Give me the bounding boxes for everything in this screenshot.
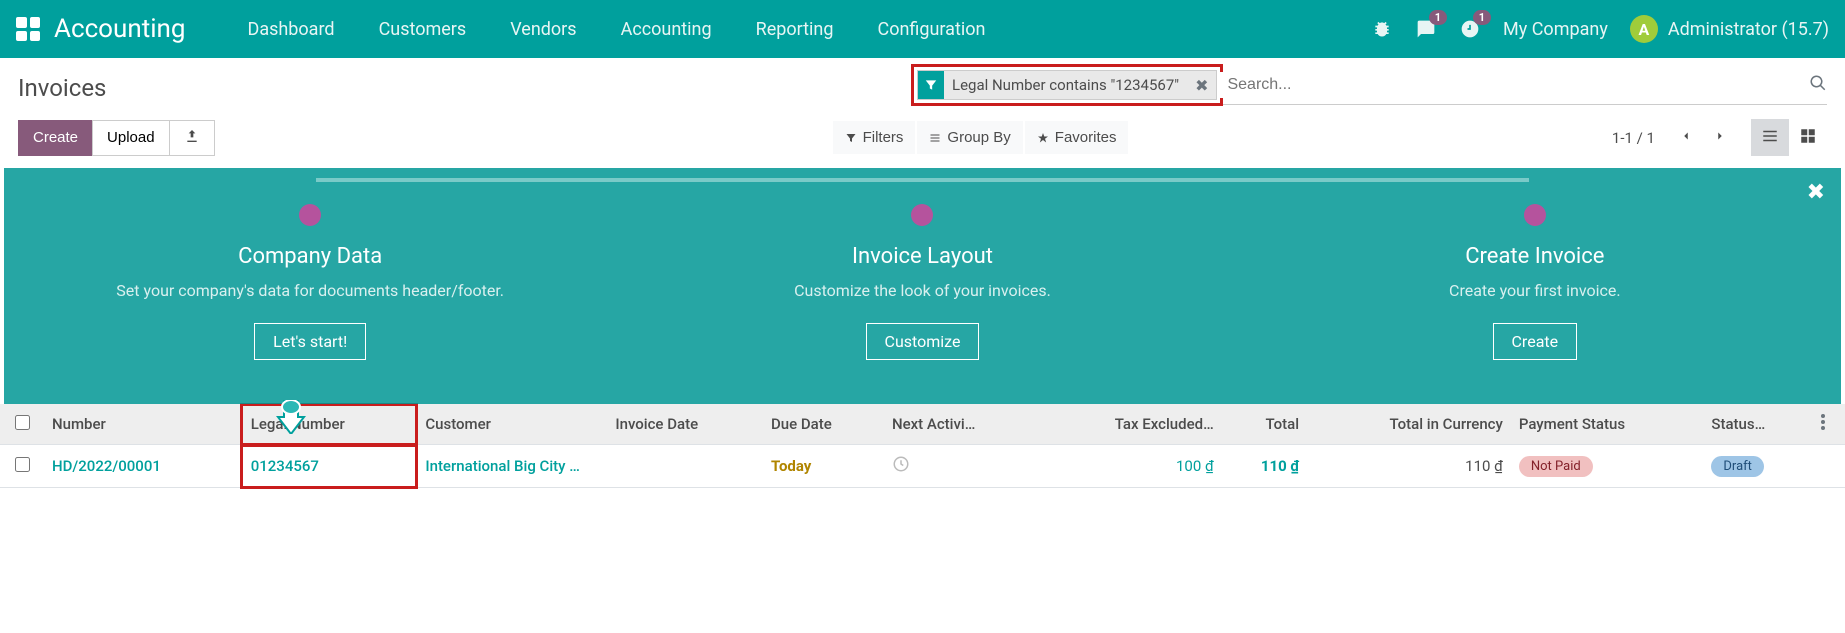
col-customer[interactable]: Customer bbox=[417, 404, 607, 445]
debug-icon[interactable] bbox=[1371, 18, 1393, 40]
col-total-curr[interactable]: Total in Currency bbox=[1307, 404, 1511, 445]
user-label: Administrator (15.7) bbox=[1668, 19, 1829, 40]
navbar-right: 1 1 My Company A Administrator (15.7) bbox=[1371, 15, 1829, 43]
user-menu[interactable]: A Administrator (15.7) bbox=[1630, 15, 1829, 43]
pointer-icon bbox=[276, 400, 306, 434]
cell-customer[interactable]: International Big City … bbox=[425, 457, 580, 475]
cell-total-curr: 110 ₫ bbox=[1307, 445, 1511, 488]
onboarding-invoice-button[interactable]: Create bbox=[1493, 323, 1578, 360]
search-bar: Legal Number contains "1234567" ✖ bbox=[917, 70, 1827, 105]
action-buttons: Create Upload bbox=[18, 120, 215, 156]
col-pay-status[interactable]: Payment Status bbox=[1511, 404, 1704, 445]
groupby-button[interactable]: Group By bbox=[917, 121, 1022, 154]
onboarding-step-company: Company Data Set your company's data for… bbox=[7, 204, 613, 360]
pager-prev[interactable] bbox=[1669, 123, 1703, 152]
cell-due-date: Today bbox=[771, 457, 811, 475]
select-all-checkbox[interactable] bbox=[15, 415, 30, 430]
cell-legal: 01234567 bbox=[251, 457, 319, 475]
navbar-menu: Dashboard Customers Vendors Accounting R… bbox=[226, 19, 1008, 40]
company-selector[interactable]: My Company bbox=[1503, 19, 1608, 40]
messages-badge: 1 bbox=[1429, 10, 1447, 25]
col-options[interactable] bbox=[1813, 404, 1845, 445]
view-kanban[interactable] bbox=[1789, 119, 1827, 156]
onboarding-layout-button[interactable]: Customize bbox=[866, 323, 980, 360]
search-input[interactable] bbox=[1217, 72, 1809, 98]
cell-status: Draft bbox=[1711, 456, 1764, 477]
cell-invoice-date bbox=[607, 445, 763, 488]
menu-configuration[interactable]: Configuration bbox=[855, 19, 1007, 40]
col-due-date[interactable]: Due Date bbox=[763, 404, 884, 445]
col-legal[interactable]: Legal Number bbox=[241, 404, 418, 445]
breadcrumb: Invoices bbox=[18, 74, 106, 102]
onboarding-step-layout: Invoice Layout Customize the look of you… bbox=[619, 204, 1225, 360]
cell-pay-status: Not Paid bbox=[1519, 456, 1593, 477]
menu-reporting[interactable]: Reporting bbox=[734, 19, 856, 40]
menu-vendors[interactable]: Vendors bbox=[488, 19, 598, 40]
create-button[interactable]: Create bbox=[18, 120, 93, 156]
col-number[interactable]: Number bbox=[44, 404, 241, 445]
col-activity[interactable]: Next Activi… bbox=[884, 404, 1041, 445]
cell-activity[interactable] bbox=[884, 445, 1041, 488]
col-status[interactable]: Status… bbox=[1703, 404, 1813, 445]
row-checkbox[interactable] bbox=[15, 457, 30, 472]
avatar: A bbox=[1630, 15, 1658, 43]
activities-icon[interactable]: 1 bbox=[1459, 18, 1481, 40]
menu-dashboard[interactable]: Dashboard bbox=[226, 19, 357, 40]
app-title[interactable]: Accounting bbox=[54, 14, 186, 44]
cell-tax-excl: 100 ₫ bbox=[1041, 445, 1222, 488]
menu-customers[interactable]: Customers bbox=[357, 19, 489, 40]
upload-file-button[interactable] bbox=[169, 120, 215, 156]
search-facet: Legal Number contains "1234567" ✖ bbox=[917, 70, 1217, 100]
onboarding-company-button[interactable]: Let's start! bbox=[254, 323, 366, 360]
table-row[interactable]: HD/2022/00001 01234567 International Big… bbox=[0, 445, 1845, 488]
apps-icon[interactable] bbox=[16, 17, 40, 41]
menu-accounting[interactable]: Accounting bbox=[599, 19, 734, 40]
col-total[interactable]: Total bbox=[1222, 404, 1307, 445]
navbar: Accounting Dashboard Customers Vendors A… bbox=[0, 0, 1845, 58]
filters-button[interactable]: Filters bbox=[833, 121, 916, 154]
upload-button[interactable]: Upload bbox=[92, 120, 170, 156]
cell-total: 110 ₫ bbox=[1222, 445, 1307, 488]
filter-icon bbox=[918, 71, 944, 99]
messages-icon[interactable]: 1 bbox=[1415, 18, 1437, 40]
control-panel: Invoices Legal Number contains "1234567"… bbox=[0, 58, 1845, 168]
close-icon[interactable]: ✖ bbox=[1807, 180, 1825, 205]
activities-badge: 1 bbox=[1473, 10, 1491, 25]
search-options: Filters Group By Favorites bbox=[833, 121, 1129, 154]
facet-label: Legal Number contains "1234567" bbox=[944, 76, 1187, 94]
onboarding-step-invoice: Create Invoice Create your first invoice… bbox=[1232, 204, 1838, 360]
search-icon[interactable] bbox=[1809, 74, 1827, 96]
cell-number[interactable]: HD/2022/00001 bbox=[52, 457, 161, 475]
favorites-button[interactable]: Favorites bbox=[1025, 121, 1129, 154]
col-invoice-date[interactable]: Invoice Date bbox=[607, 404, 763, 445]
pager[interactable]: 1-1 / 1 bbox=[1612, 129, 1655, 147]
view-list[interactable] bbox=[1751, 119, 1789, 156]
onboarding-banner: ✖ Company Data Set your company's data f… bbox=[4, 168, 1841, 404]
facet-remove[interactable]: ✖ bbox=[1187, 76, 1216, 95]
col-tax-excl[interactable]: Tax Excluded… bbox=[1041, 404, 1222, 445]
pager-next[interactable] bbox=[1703, 123, 1737, 152]
